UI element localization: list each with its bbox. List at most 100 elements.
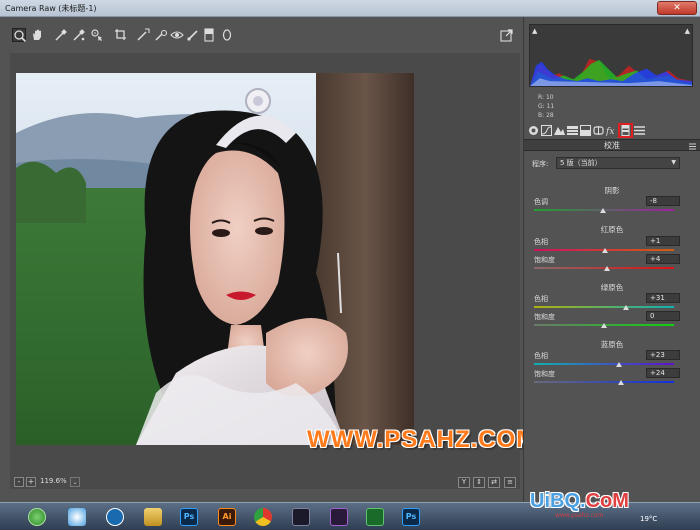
green-saturation-slider[interactable]: 饱和度 0 bbox=[534, 311, 694, 330]
b-label: B: bbox=[538, 112, 545, 119]
excel-icon[interactable] bbox=[366, 508, 384, 526]
green-hue-thumb[interactable] bbox=[623, 305, 630, 310]
k-app-icon[interactable] bbox=[106, 508, 124, 526]
before-after-toggle-button[interactable]: Y bbox=[458, 477, 470, 488]
red-saturation-label: 饱和度 bbox=[534, 256, 555, 264]
detail-icon[interactable] bbox=[554, 125, 565, 136]
panel-tabs: fx bbox=[526, 123, 698, 139]
title-bar: Camera Raw (未标题-1) ✕ bbox=[0, 0, 700, 17]
green-hue-slider[interactable]: 色相 +31 bbox=[534, 293, 694, 312]
zoom-level: 119.6% bbox=[40, 477, 67, 485]
zoom-in-button[interactable]: + bbox=[26, 477, 36, 487]
blue-saturation-track[interactable] bbox=[534, 381, 674, 383]
process-label: 程序: bbox=[532, 160, 549, 168]
copy-settings-button[interactable]: ⇄ bbox=[488, 477, 500, 488]
adjustment-brush-icon[interactable] bbox=[186, 28, 200, 42]
hsl-icon[interactable] bbox=[567, 125, 578, 136]
r-value: 10 bbox=[545, 94, 554, 101]
zoom-icon[interactable] bbox=[12, 28, 27, 43]
swap-views-button[interactable]: ⇕ bbox=[473, 477, 485, 488]
lens-corrections-icon[interactable] bbox=[593, 125, 604, 136]
panel-menu-icon[interactable] bbox=[689, 142, 696, 150]
red-saturation-slider[interactable]: 饱和度 +4 bbox=[534, 254, 694, 273]
g-label: G: bbox=[538, 103, 545, 110]
red-hue-thumb[interactable] bbox=[602, 248, 609, 253]
illustrator-icon[interactable]: Ai bbox=[218, 508, 236, 526]
pr-icon[interactable] bbox=[330, 508, 348, 526]
g-value: 11 bbox=[546, 103, 555, 110]
photo-preview bbox=[16, 73, 414, 445]
red-saturation-thumb[interactable] bbox=[603, 266, 610, 271]
tray-watermark: UiBQ.CoM bbox=[530, 490, 629, 513]
green-hue-value[interactable]: +31 bbox=[646, 293, 680, 303]
green-saturation-label: 饱和度 bbox=[534, 313, 555, 321]
camera-calibration-icon[interactable] bbox=[618, 123, 633, 138]
calibration-header: 校准 bbox=[524, 139, 700, 151]
tray-watermark-sub: www.psahz.com bbox=[555, 512, 604, 519]
photo-watermark: WWW.PSAHZ.COM bbox=[307, 426, 538, 453]
process-row: 程序: 5 版（当前） ▼ bbox=[532, 157, 696, 171]
blue-saturation-label: 饱和度 bbox=[534, 370, 555, 378]
red-hue-slider[interactable]: 色相 +1 bbox=[534, 236, 694, 255]
blue-saturation-value[interactable]: +24 bbox=[646, 368, 680, 378]
graduated-filter-icon[interactable] bbox=[202, 28, 216, 42]
effects-icon[interactable]: fx bbox=[606, 125, 617, 136]
green-saturation-thumb[interactable] bbox=[601, 323, 607, 328]
r-label: R: bbox=[538, 94, 545, 101]
network-icon[interactable] bbox=[68, 508, 86, 526]
photoshop-icon[interactable]: Ps bbox=[180, 508, 198, 526]
straighten-icon[interactable] bbox=[136, 28, 150, 42]
red-primary-title: 红原色 bbox=[600, 225, 624, 234]
window-title: Camera Raw (未标题-1) bbox=[5, 4, 97, 13]
shadows-tint-value[interactable]: -8 bbox=[646, 196, 680, 206]
basic-icon[interactable] bbox=[528, 125, 539, 136]
toggle-settings-button[interactable]: ≡ bbox=[504, 477, 516, 488]
blue-hue-value[interactable]: +23 bbox=[646, 350, 680, 360]
radial-filter-icon[interactable] bbox=[220, 28, 234, 42]
target-adjust-icon[interactable] bbox=[90, 28, 104, 42]
red-hue-value[interactable]: +1 bbox=[646, 236, 680, 246]
split-toning-icon[interactable] bbox=[580, 125, 591, 136]
open-preferences-icon[interactable] bbox=[500, 28, 514, 42]
shadow-clipping-icon[interactable]: ▲ bbox=[532, 27, 537, 35]
shadows-tint-label: 色调 bbox=[534, 198, 548, 206]
red-eye-icon[interactable] bbox=[170, 28, 184, 42]
b-value: 28 bbox=[546, 112, 554, 119]
start-orb-icon[interactable] bbox=[28, 508, 46, 526]
tone-curve-icon[interactable] bbox=[541, 125, 552, 136]
chrome-icon[interactable] bbox=[254, 508, 272, 526]
tray-watermark-a: UiBQ. bbox=[530, 490, 586, 512]
red-hue-label: 色相 bbox=[534, 238, 548, 246]
ps-cs-icon[interactable] bbox=[292, 508, 310, 526]
svg-text:fx: fx bbox=[606, 127, 614, 136]
crop-icon[interactable] bbox=[114, 28, 128, 42]
green-primary-title: 绿原色 bbox=[600, 283, 624, 292]
close-button[interactable]: ✕ bbox=[657, 1, 697, 15]
tray-watermark-b: CoM bbox=[585, 490, 629, 512]
blue-saturation-thumb[interactable] bbox=[617, 380, 624, 385]
color-sampler-icon[interactable] bbox=[72, 28, 86, 42]
highlight-clipping-icon[interactable]: ▲ bbox=[685, 27, 690, 35]
green-hue-track[interactable] bbox=[534, 306, 674, 308]
green-saturation-value[interactable]: 0 bbox=[646, 311, 680, 321]
presets-icon[interactable] bbox=[634, 125, 645, 136]
shadows-tint-thumb[interactable] bbox=[599, 208, 606, 213]
status-bar: - + 119.6% ⌄ Y ⇕ ⇄ ≡ bbox=[10, 475, 520, 491]
zoom-dropdown-button[interactable]: ⌄ bbox=[70, 477, 80, 487]
blue-hue-track[interactable] bbox=[534, 363, 674, 365]
red-saturation-value[interactable]: +4 bbox=[646, 254, 680, 264]
spot-removal-icon[interactable] bbox=[154, 28, 168, 42]
blue-hue-slider[interactable]: 色相 +23 bbox=[534, 350, 694, 369]
process-version-select[interactable]: 5 版（当前） ▼ bbox=[556, 157, 680, 169]
white-balance-icon[interactable] bbox=[54, 28, 68, 42]
zoom-out-button[interactable]: - bbox=[14, 477, 24, 487]
blue-saturation-slider[interactable]: 饱和度 +24 bbox=[534, 368, 694, 387]
tool-bar bbox=[10, 26, 520, 46]
shadows-tint-slider[interactable]: 色调 -8 bbox=[534, 196, 694, 215]
preview-canvas[interactable]: WWW.PSAHZ.COM bbox=[10, 53, 536, 489]
blue-hue-thumb[interactable] bbox=[616, 362, 623, 367]
photoshop-2-icon[interactable]: Ps bbox=[402, 508, 420, 526]
blue-primary-title: 蓝原色 bbox=[600, 340, 624, 349]
folder-icon[interactable] bbox=[144, 508, 162, 526]
hand-icon[interactable] bbox=[30, 28, 44, 42]
